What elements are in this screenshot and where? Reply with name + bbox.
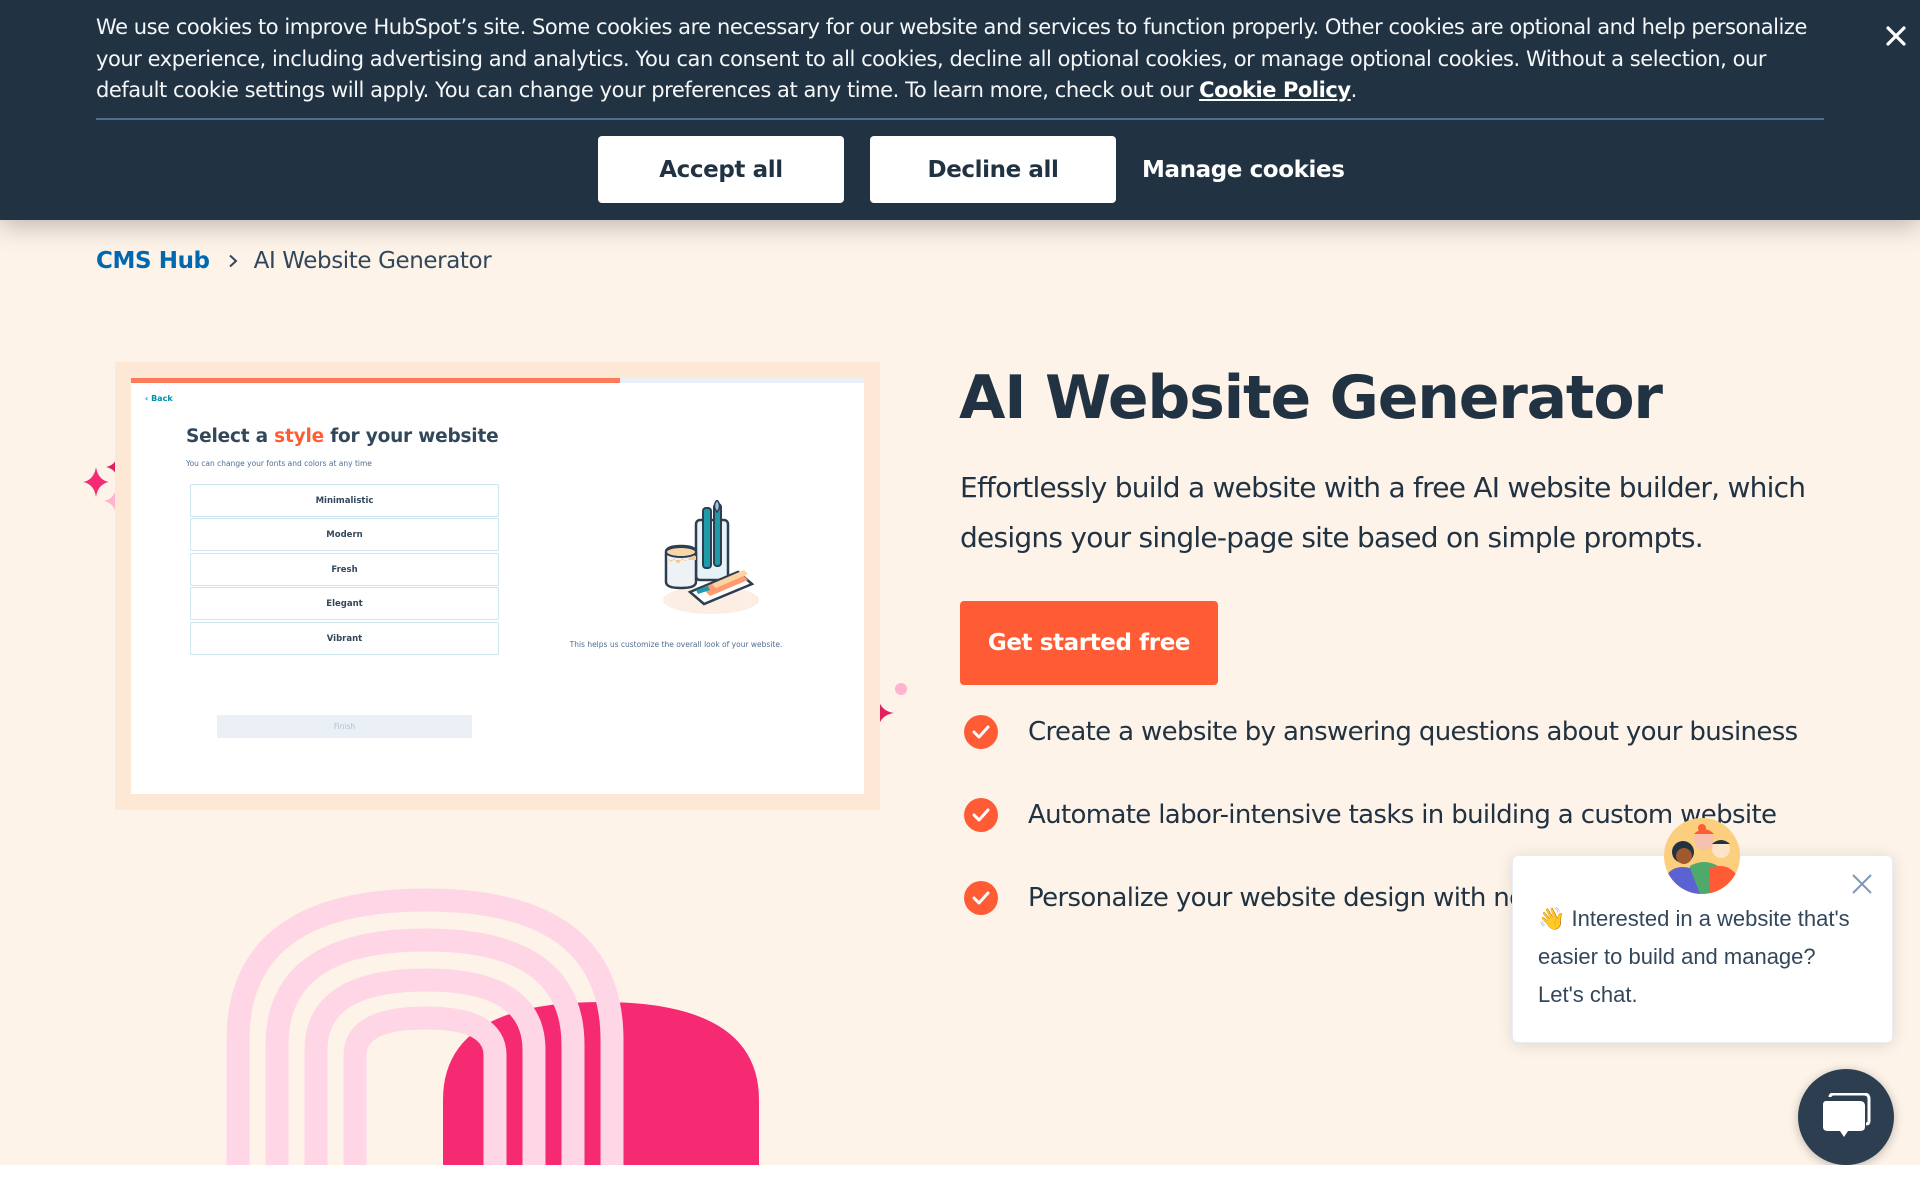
feature-item: Automate labor-intensive tasks in buildi… xyxy=(964,795,1777,835)
feature-text: Automate labor-intensive tasks in buildi… xyxy=(1028,800,1777,830)
check-circle-icon xyxy=(964,881,998,915)
feature-item: Create a website by answering questions … xyxy=(964,712,1798,752)
style-option[interactable]: Vibrant xyxy=(190,622,499,655)
manage-cookies-button[interactable]: Manage cookies xyxy=(1142,136,1345,203)
cookie-policy-link[interactable]: Cookie Policy xyxy=(1199,78,1351,102)
get-started-free-button[interactable]: Get started free xyxy=(960,601,1218,685)
finish-button[interactable]: Finish xyxy=(217,715,472,738)
progress-bar-fill xyxy=(131,378,620,383)
cookie-divider xyxy=(96,118,1824,120)
page-title: AI Website Generator xyxy=(959,363,1663,433)
mockup-help-text: This helps us customize the overall look… xyxy=(569,640,783,649)
cookie-text-suffix: . xyxy=(1350,78,1358,102)
team-avatar xyxy=(1664,818,1740,894)
mockup-title-suffix: for your website xyxy=(323,426,499,447)
page-below-fold xyxy=(0,1165,1920,1190)
cookie-banner: We use cookies to improve HubSpot’s site… xyxy=(0,0,1920,220)
check-circle-icon xyxy=(964,715,998,749)
chevron-right-icon xyxy=(228,254,238,268)
breadcrumb-link-cms-hub[interactable]: CMS Hub xyxy=(96,248,210,274)
breadcrumb-current: AI Website Generator xyxy=(253,248,492,274)
decline-all-button[interactable]: Decline all xyxy=(870,136,1116,203)
close-icon[interactable] xyxy=(1850,872,1874,896)
close-icon[interactable] xyxy=(1880,20,1912,52)
hero-description: Effortlessly build a website with a free… xyxy=(960,471,1806,554)
chat-bubble-icon xyxy=(1823,1093,1871,1137)
cookie-text-body: We use cookies to improve HubSpot’s site… xyxy=(96,15,1807,102)
chat-launcher-button[interactable] xyxy=(1798,1069,1894,1165)
product-screenshot: ‹ Back Select a style for your website Y… xyxy=(115,362,880,810)
mockup-title: Select a style for your website xyxy=(186,426,499,447)
breadcrumb: CMS Hub AI Website Generator xyxy=(96,248,492,274)
check-circle-icon xyxy=(964,798,998,832)
mockup-title-prefix: Select a xyxy=(186,426,275,447)
sparkle-icon xyxy=(83,467,109,497)
paint-supplies-illustration xyxy=(663,500,759,614)
feature-text: Create a website by answering questions … xyxy=(1028,717,1798,747)
style-option[interactable]: Minimalistic xyxy=(190,484,499,517)
accept-all-button[interactable]: Accept all xyxy=(598,136,844,203)
cookie-banner-text: We use cookies to improve HubSpot’s site… xyxy=(96,12,1826,107)
progress-bar xyxy=(131,378,864,383)
arch-decoration xyxy=(226,888,759,1165)
mockup-subtitle: You can change your fonts and colors at … xyxy=(186,459,372,468)
style-option[interactable]: Elegant xyxy=(190,587,499,620)
style-option[interactable]: Fresh xyxy=(190,553,499,586)
mockup-window: ‹ Back Select a style for your website Y… xyxy=(131,378,864,794)
mockup-title-accent: style xyxy=(274,426,324,447)
back-link[interactable]: ‹ Back xyxy=(145,394,173,403)
style-option[interactable]: Modern xyxy=(190,518,499,551)
dot-icon xyxy=(895,683,907,695)
chat-message: 👋 Interested in a website that's easier … xyxy=(1538,906,1850,1007)
